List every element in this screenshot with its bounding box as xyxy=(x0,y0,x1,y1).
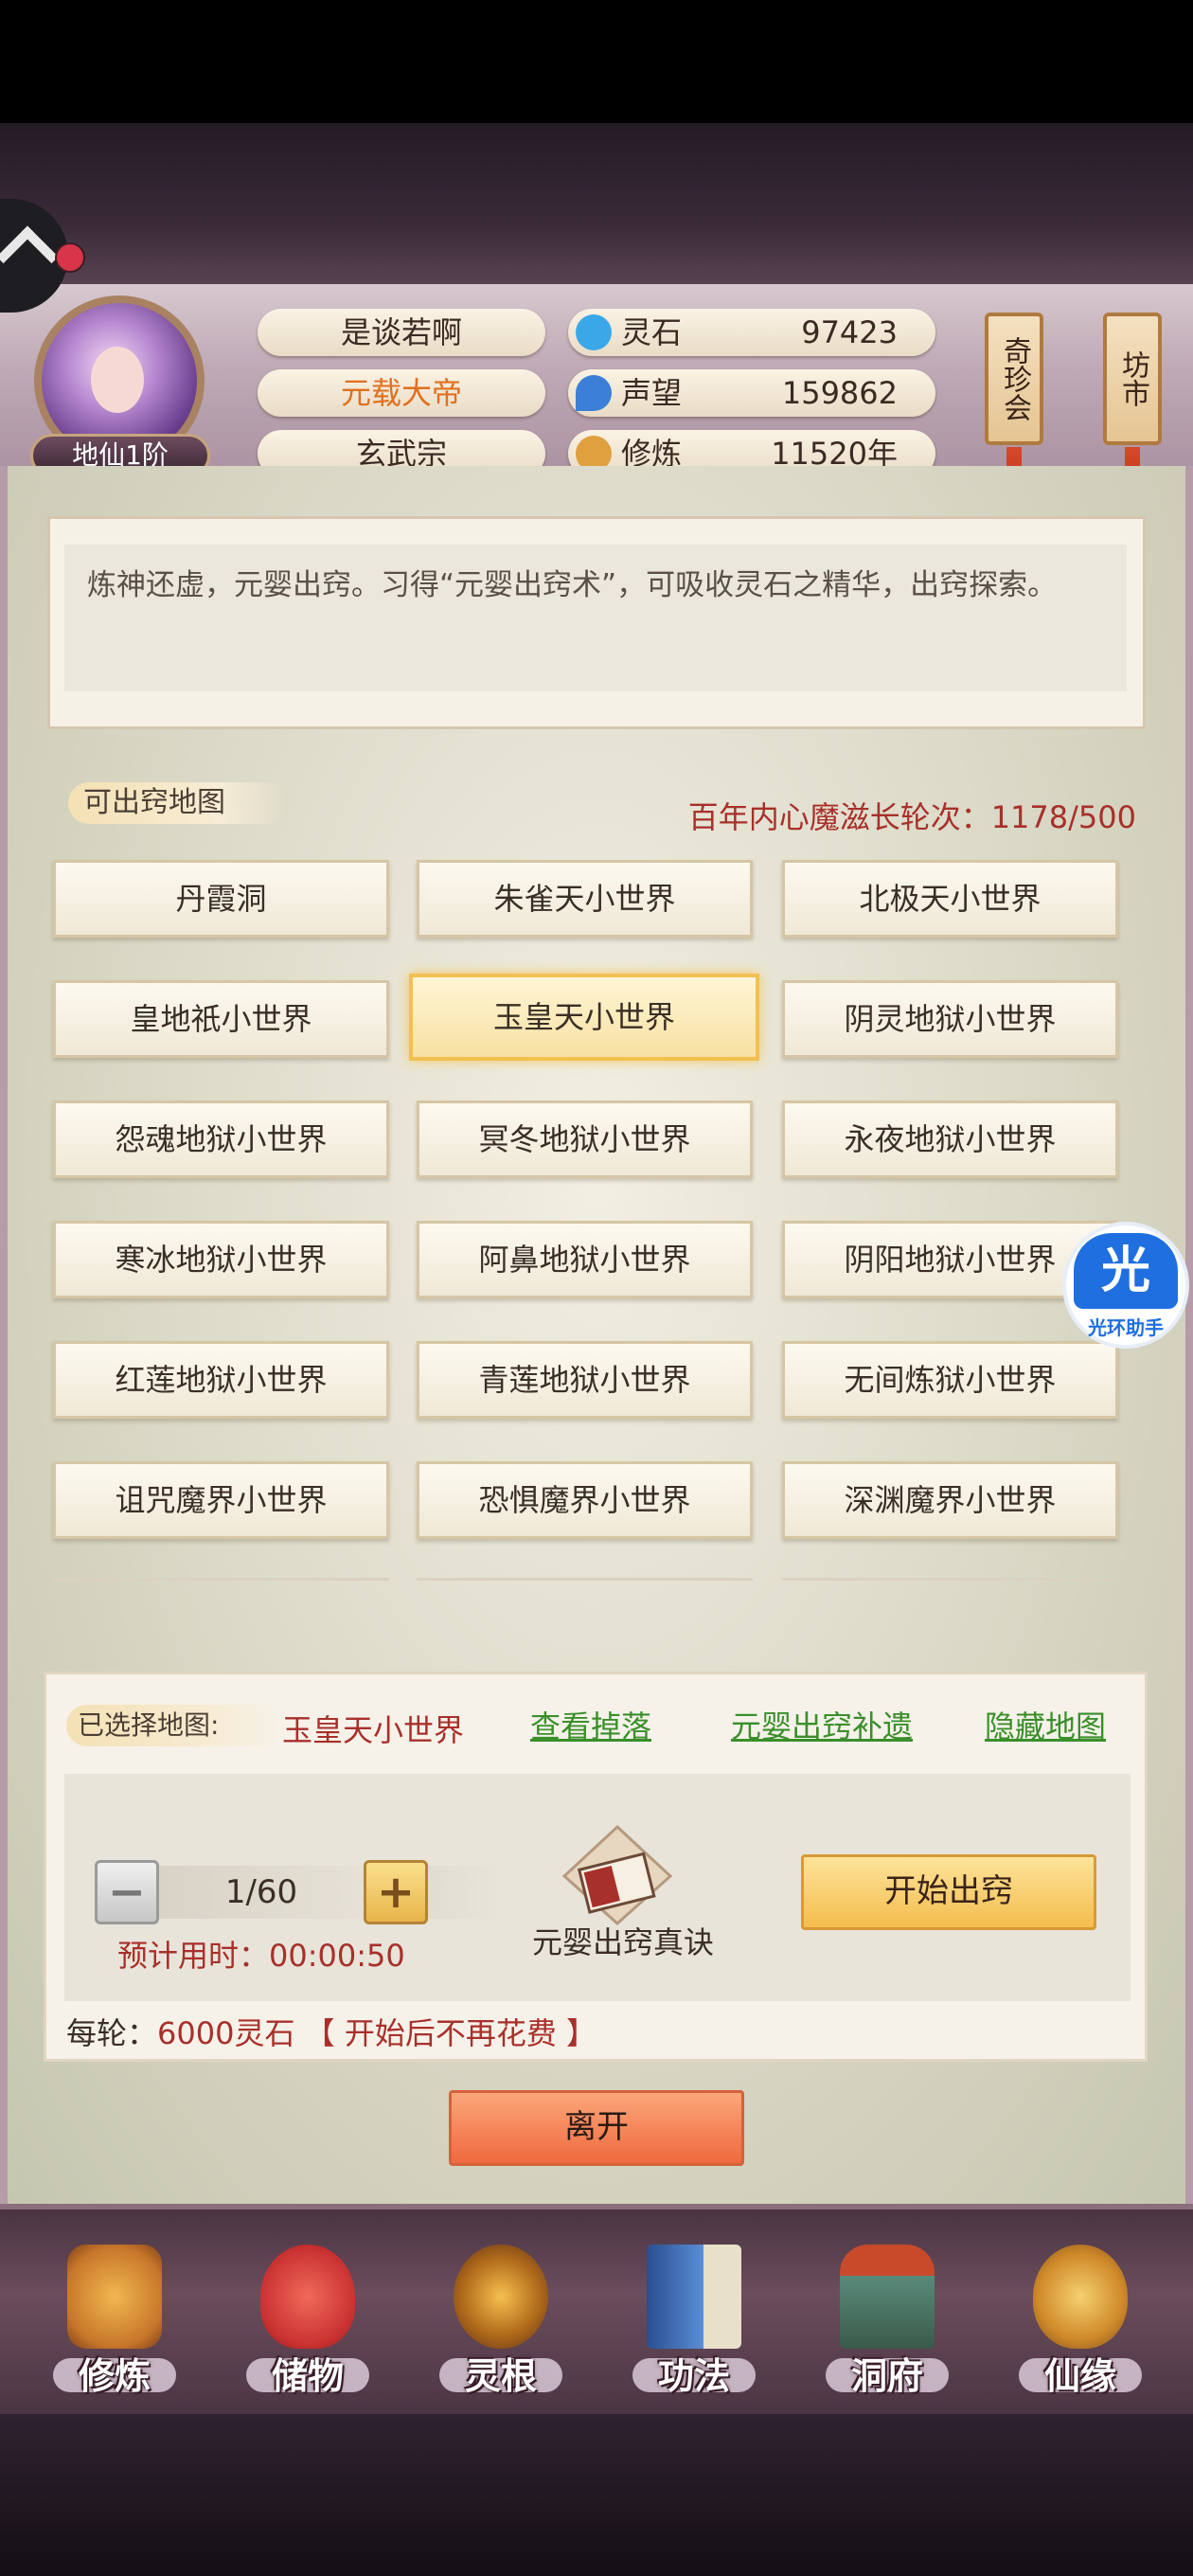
nav-immortal-fate[interactable]: 仙缘 xyxy=(1000,2235,1161,2406)
divider xyxy=(782,1578,1118,1581)
map-button[interactable]: 青莲地狱小世界 xyxy=(417,1341,753,1419)
cave-dwelling-icon xyxy=(840,2245,935,2349)
stat-prestige: 声望 159862 xyxy=(568,369,935,417)
quantity-bar-tail xyxy=(428,1866,504,1919)
nav-cultivation[interactable]: 修炼 xyxy=(34,2235,195,2406)
start-button[interactable]: 开始出窍 xyxy=(801,1854,1096,1930)
player-title: 元载大帝 xyxy=(258,369,545,417)
nav-label: 洞府 xyxy=(850,2355,923,2397)
supplement-link[interactable]: 元婴出窍补遗 xyxy=(731,1703,913,1746)
stat-value: 159862 xyxy=(781,375,898,411)
map-button[interactable]: 恐惧魔界小世界 xyxy=(417,1461,753,1539)
map-button[interactable]: 诅咒魔界小世界 xyxy=(53,1461,389,1539)
helper-glyph: 光 xyxy=(1074,1233,1178,1309)
spirit-root-icon xyxy=(454,2245,548,2349)
nav-cave[interactable]: 洞府 xyxy=(807,2235,968,2406)
storage-bag-icon xyxy=(260,2245,355,2349)
quantity-display: 1/60 xyxy=(159,1866,364,1919)
bottom-dark-band xyxy=(0,2414,1193,2576)
book-label: 元婴出窍真诀 xyxy=(531,1924,714,1960)
stat-value: 97423 xyxy=(801,314,898,350)
increase-button[interactable]: + xyxy=(364,1860,428,1924)
map-button-selected[interactable]: 玉皇天小世界 xyxy=(409,974,759,1061)
player-name: 是谈若啊 xyxy=(258,309,545,356)
halo-assistant-button[interactable]: 光 光环助手 xyxy=(1062,1222,1189,1349)
spirit-stone-icon xyxy=(576,314,612,350)
divider xyxy=(417,1578,753,1581)
map-button[interactable]: 寒冰地狱小世界 xyxy=(53,1221,389,1298)
cost-note: 【 开始后不再花费 】 xyxy=(304,2015,596,2051)
stat-spirit-stone: 灵石 97423 xyxy=(568,309,935,356)
hide-map-link[interactable]: 隐藏地图 xyxy=(985,1703,1106,1746)
top-dark-band xyxy=(0,123,1193,289)
stat-label: 灵石 xyxy=(621,314,683,350)
cost-text: 每轮：6000灵石 【 开始后不再花费 】 xyxy=(66,2010,596,2053)
chevron-icon xyxy=(0,225,59,288)
map-button[interactable]: 怨魂地狱小世界 xyxy=(53,1100,389,1178)
nav-spirit-root[interactable]: 灵根 xyxy=(420,2235,581,2406)
map-button[interactable]: 北极天小世界 xyxy=(782,860,1118,938)
cost-prefix: 每轮： xyxy=(66,2015,158,2051)
map-button[interactable]: 永夜地狱小世界 xyxy=(782,1100,1118,1178)
map-section-label: 可出窍地图 xyxy=(68,782,286,824)
treasure-fair-button[interactable]: 奇珍会 xyxy=(985,313,1043,445)
cost-value: 6000灵石 xyxy=(157,2015,295,2051)
avatar-face xyxy=(91,347,144,413)
selected-map-label: 已选择地图: xyxy=(66,1705,284,1746)
stat-label: 声望 xyxy=(621,375,683,411)
map-button[interactable]: 红莲地狱小世界 xyxy=(53,1341,389,1419)
nav-technique[interactable]: 功法 xyxy=(614,2235,775,2406)
selected-map-value: 玉皇天小世界 xyxy=(282,1712,465,1748)
map-button[interactable]: 冥冬地狱小世界 xyxy=(417,1100,753,1178)
cultivation-icon xyxy=(67,2245,162,2349)
helper-label: 光环助手 xyxy=(1088,1316,1164,1339)
divider xyxy=(53,1578,389,1581)
demon-rounds-text: 百年内心魔滋长轮次：1178/500 xyxy=(687,799,1136,835)
nav-storage[interactable]: 储物 xyxy=(227,2235,388,2406)
map-button[interactable]: 朱雀天小世界 xyxy=(417,860,753,938)
map-button[interactable]: 无间炼狱小世界 xyxy=(782,1341,1118,1419)
market-button[interactable]: 坊市 xyxy=(1103,313,1162,445)
map-button[interactable]: 丹霞洞 xyxy=(53,860,389,938)
book-icon[interactable] xyxy=(561,1823,674,1927)
nav-label: 灵根 xyxy=(464,2355,537,2397)
leave-button[interactable]: 离开 xyxy=(449,2090,744,2166)
view-drops-link[interactable]: 查看掉落 xyxy=(530,1703,651,1746)
nav-label: 仙缘 xyxy=(1043,2355,1116,2397)
prestige-drop-icon xyxy=(576,375,612,411)
map-button[interactable]: 深渊魔界小世界 xyxy=(782,1461,1118,1539)
notification-dot xyxy=(55,242,85,273)
estimated-time: 预计用时：00:00:50 xyxy=(117,1938,405,1974)
description-text: 炼神还虚，元婴出窍。习得“元婴出窍术”，可吸收灵石之精华，出窍探索。 xyxy=(87,568,1058,602)
map-button[interactable]: 阴灵地狱小世界 xyxy=(782,980,1118,1058)
map-button[interactable]: 皇地祇小世界 xyxy=(53,980,389,1058)
nav-label: 功法 xyxy=(657,2355,730,2397)
technique-book-icon xyxy=(647,2245,741,2349)
nav-label: 修炼 xyxy=(78,2355,151,2397)
nav-label: 储物 xyxy=(271,2355,344,2397)
map-button[interactable]: 阿鼻地狱小世界 xyxy=(417,1221,753,1298)
decrease-button[interactable]: − xyxy=(95,1860,159,1924)
immortal-fate-icon xyxy=(1033,2245,1128,2349)
